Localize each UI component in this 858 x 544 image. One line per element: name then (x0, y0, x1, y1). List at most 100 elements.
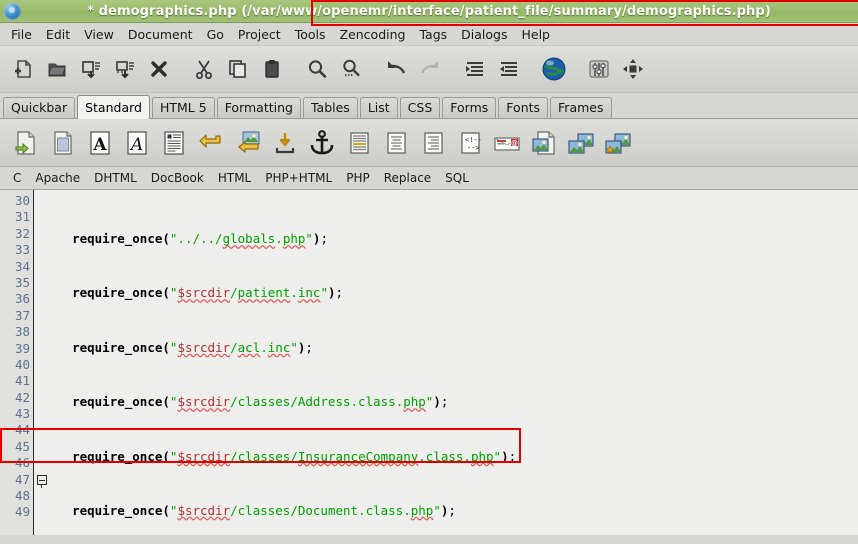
lang-item-docbook[interactable]: DocBook (144, 170, 211, 186)
cut-icon[interactable] (187, 52, 221, 86)
bold-icon[interactable]: A (81, 124, 118, 162)
right-justify-icon[interactable] (414, 124, 451, 162)
fold-collapse-icon[interactable] (37, 474, 47, 485)
code-fold-gutter[interactable] (34, 190, 51, 535)
tab-fonts[interactable]: Fonts (498, 97, 549, 118)
break-clear-icon[interactable] (229, 124, 266, 162)
redo-icon[interactable] (413, 52, 447, 86)
unindent-icon[interactable] (458, 52, 492, 86)
center-icon[interactable] (377, 124, 414, 162)
line-number: 43 (14, 406, 30, 422)
fold-slot (34, 259, 51, 275)
insert-image-icon[interactable] (525, 124, 562, 162)
rule-icon[interactable] (340, 124, 377, 162)
lang-item-html[interactable]: HTML (211, 170, 258, 186)
toolbar-tabbar: Quickbar Standard HTML 5 Formatting Tabl… (0, 93, 858, 119)
open-file-icon[interactable] (40, 52, 74, 86)
menu-item-zencoding[interactable]: Zencoding (333, 25, 413, 44)
break-icon[interactable] (192, 124, 229, 162)
non-breaking-space-icon[interactable] (266, 124, 303, 162)
lang-item-replace[interactable]: Replace (377, 170, 438, 186)
body-icon[interactable] (44, 124, 81, 162)
tab-html5[interactable]: HTML 5 (151, 97, 215, 118)
tab-css[interactable]: CSS (399, 97, 441, 118)
fold-slot-line-47[interactable] (34, 472, 51, 489)
fold-slot (34, 209, 51, 225)
comment-icon[interactable]: <!-- --> (451, 124, 488, 162)
line-number: 37 (14, 307, 30, 323)
language-filter-bar: C Apache DHTML DocBook HTML PHP+HTML PHP… (0, 167, 858, 190)
menu-item-view[interactable]: View (77, 25, 121, 44)
code-editor[interactable]: 30 31 32 33 34 35 36 37 38 39 40 41 42 4… (0, 190, 858, 535)
line-number: 38 (14, 324, 30, 340)
line-number: 42 (14, 389, 30, 405)
line-number: 44 (14, 422, 30, 438)
lang-item-apache[interactable]: Apache (28, 170, 87, 186)
line-number: 33 (14, 242, 30, 258)
thumbnail-icon[interactable] (599, 124, 636, 162)
tab-frames[interactable]: Frames (550, 97, 612, 118)
line-number: 36 (14, 291, 30, 307)
window-title: * demographics.php (/var/www/openemr/int… (0, 0, 858, 22)
find-icon[interactable] (300, 52, 334, 86)
fold-slot (34, 406, 51, 422)
menu-item-help[interactable]: Help (514, 25, 557, 44)
code-line-32: require_once("$srcdir/acl.inc"); (72, 339, 313, 355)
code-line-35: require_once("$srcdir/classes/Document.c… (72, 502, 456, 518)
menu-item-file[interactable]: File (4, 25, 39, 44)
line-number: 47 (14, 471, 30, 487)
menu-item-document[interactable]: Document (121, 25, 200, 44)
fold-slot (34, 275, 51, 291)
code-line-33: require_once("$srcdir/classes/Address.cl… (72, 394, 449, 410)
fullscreen-icon[interactable] (616, 52, 650, 86)
code-text-area[interactable]: require_once("../../globals.php"); requi… (51, 190, 858, 535)
multi-thumbnail-icon[interactable] (562, 124, 599, 162)
find-replace-icon[interactable] (334, 52, 368, 86)
menu-item-project[interactable]: Project (231, 25, 288, 44)
tab-formatting[interactable]: Formatting (216, 97, 301, 118)
paste-icon[interactable] (255, 52, 289, 86)
fold-slot (34, 357, 51, 373)
tab-list[interactable]: List (359, 97, 398, 118)
lang-item-php[interactable]: PHP (339, 170, 377, 186)
indent-icon[interactable] (492, 52, 526, 86)
preview-browser-icon[interactable] (537, 52, 571, 86)
save-file-icon[interactable] (74, 52, 108, 86)
lang-item-sql[interactable]: SQL (438, 170, 476, 186)
lang-item-c[interactable]: C (6, 170, 28, 186)
line-number: 34 (14, 258, 30, 274)
menu-item-tags[interactable]: Tags (412, 25, 454, 44)
menu-item-tools[interactable]: Tools (288, 25, 333, 44)
fold-slot (34, 291, 51, 307)
tab-quickbar[interactable]: Quickbar (3, 97, 76, 118)
email-icon[interactable]: @ (488, 124, 525, 162)
italic-icon[interactable]: A (118, 124, 155, 162)
lang-item-dhtml[interactable]: DHTML (87, 170, 144, 186)
preferences-icon[interactable] (582, 52, 616, 86)
new-file-icon[interactable] (6, 52, 40, 86)
lang-item-php-html[interactable]: PHP+HTML (258, 170, 339, 186)
menu-item-edit[interactable]: Edit (39, 25, 77, 44)
svg-text:@: @ (511, 139, 518, 147)
fold-slot (34, 308, 51, 324)
menu-item-dialogs[interactable]: Dialogs (454, 25, 514, 44)
paragraph-icon[interactable] (155, 124, 192, 162)
tab-forms[interactable]: Forms (442, 97, 497, 118)
anchor-icon[interactable] (303, 124, 340, 162)
window-titlebar: * demographics.php (/var/www/openemr/int… (0, 0, 858, 23)
menubar: File Edit View Document Go Project Tools… (0, 23, 858, 46)
menu-item-go[interactable]: Go (200, 25, 231, 44)
close-file-icon[interactable] (142, 52, 176, 86)
toolbar-separator (571, 52, 582, 86)
line-number: 30 (14, 193, 30, 208)
undo-icon[interactable] (379, 52, 413, 86)
fold-slot (34, 390, 51, 406)
copy-icon[interactable] (221, 52, 255, 86)
quickstart-icon[interactable] (7, 124, 44, 162)
save-as-file-icon[interactable] (108, 52, 142, 86)
tab-standard[interactable]: Standard (77, 95, 150, 119)
fold-slot (34, 373, 51, 389)
toolbar-separator (368, 52, 379, 86)
tab-tables[interactable]: Tables (302, 97, 358, 118)
line-number: 49 (14, 504, 30, 520)
